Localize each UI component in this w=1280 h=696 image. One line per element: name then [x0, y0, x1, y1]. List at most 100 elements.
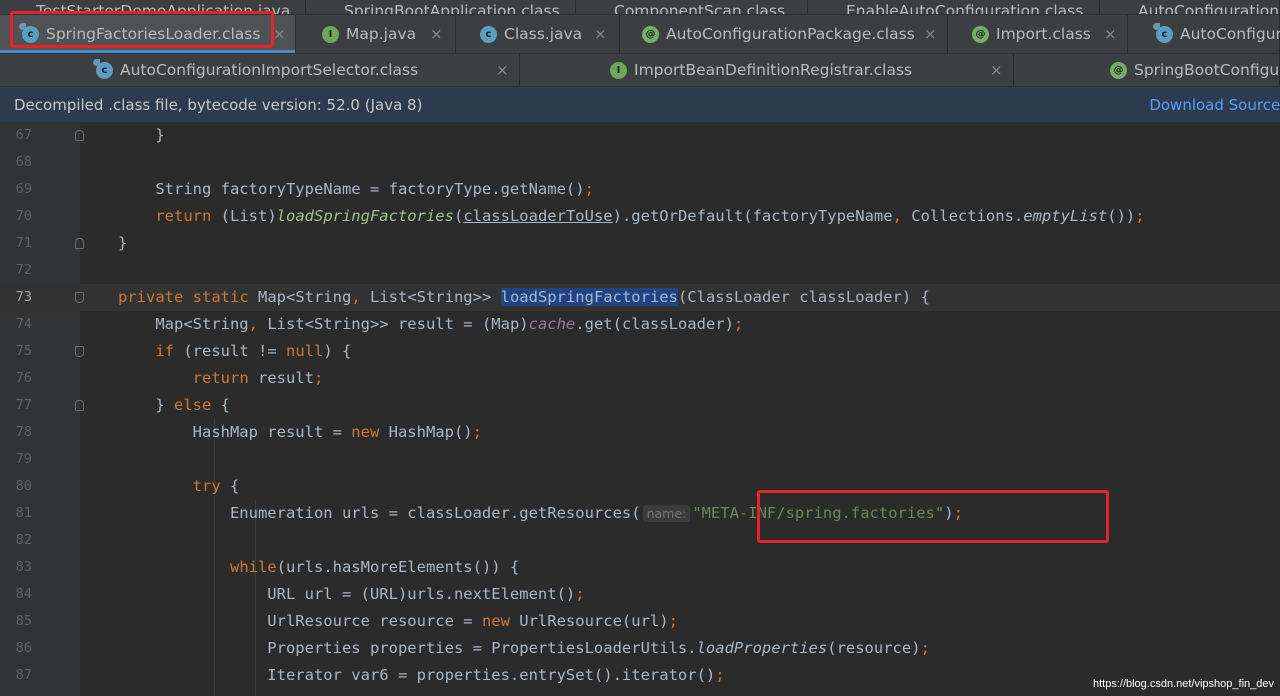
code-text: String factoryTypeName = factoryType.get… [90, 180, 594, 198]
tab-label: SpringFactoriesLoader.class [46, 25, 261, 43]
code-text: Map<String, List<String>> result = (Map)… [90, 315, 744, 333]
close-icon[interactable]: × [1104, 25, 1117, 43]
tab-autoconfigurationimportselector[interactable]: c AutoConfigurationImportSelector.class … [0, 54, 520, 86]
tab-springbootapplication[interactable]: SpringBootApplication.class [306, 0, 576, 14]
code-text: try { [192, 477, 240, 495]
annotation-icon: @ [972, 25, 989, 43]
class-icon: c [480, 25, 497, 43]
line-number: 70 [15, 208, 32, 224]
code-text: if (result != null) { [155, 342, 352, 360]
code-line: 70 return (List)loadSpringFactories(clas… [0, 203, 1280, 230]
close-icon[interactable]: × [990, 61, 1003, 79]
code-text: Enumeration urls = classLoader.getResour… [90, 504, 963, 522]
code-line: 84 URL url = (URL)urls.nextElement(); [0, 581, 1280, 608]
code-text: return (List)loadSpringFactories(classLo… [155, 207, 1145, 225]
tab-label: EnableAutoConfiguration.class [846, 2, 1084, 14]
tab-label: ComponentScan.class [614, 2, 786, 14]
tab-map-java[interactable]: I Map.java × [296, 15, 456, 53]
editor-tab-row-top: TestStarterDemoApplication.java SpringBo… [0, 0, 1280, 15]
tab-autoconfigurationimport[interactable]: AutoConfigurationI [1100, 0, 1280, 14]
tab-importbeandefinitionregistrar[interactable]: I ImportBeanDefinitionRegistrar.class × [520, 54, 1014, 86]
watermark: https://blog.csdn.net/vipshop_fin_dev [1092, 678, 1274, 690]
code-text: UrlResource resource = new UrlResource(u… [90, 612, 678, 630]
close-icon[interactable]: × [924, 25, 937, 43]
line-number: 85 [15, 613, 32, 629]
parameter-hint: name: [642, 505, 691, 522]
code-text: } [90, 234, 128, 252]
fold-icon[interactable] [75, 130, 84, 141]
line-number: 71 [15, 235, 32, 251]
code-editor[interactable]: 67 } 68 69 String factoryTypeName = fact… [0, 122, 1280, 696]
code-text: return result; [192, 369, 324, 387]
code-line: 75 if (result != null) { [0, 338, 1280, 365]
line-number: 87 [15, 667, 32, 683]
code-text: HashMap result = new HashMap(); [90, 423, 482, 441]
tab-label: Map.java [346, 25, 417, 43]
fold-icon[interactable] [75, 238, 84, 249]
line-number: 84 [15, 586, 32, 602]
code-line: 76 return result; [0, 365, 1280, 392]
annotation-icon: @ [1110, 61, 1127, 79]
tab-label: SpringBootApplication.class [344, 2, 560, 14]
close-icon[interactable]: × [594, 25, 607, 43]
tab-class-java[interactable]: c Class.java × [456, 15, 620, 53]
tab-label: AutoConfigur [1180, 25, 1280, 43]
line-number: 77 [15, 397, 32, 413]
interface-icon: I [322, 25, 339, 43]
line-number: 68 [15, 154, 32, 170]
close-icon[interactable]: × [273, 25, 286, 43]
tab-label: AutoConfigurationImportSelector.class [120, 61, 419, 79]
tab-autoconfigurationpackage[interactable]: @ AutoConfigurationPackage.class × [620, 15, 948, 53]
tab-autoconfigur[interactable]: c AutoConfigur [1128, 15, 1280, 53]
code-line: 72 [0, 257, 1280, 284]
tab-import-class[interactable]: @ Import.class × [948, 15, 1128, 53]
line-number: 78 [15, 424, 32, 440]
line-number: 73 [15, 289, 32, 305]
decompiled-info-text: Decompiled .class file, bytecode version… [14, 96, 423, 114]
code-line: 77 } else { [0, 392, 1280, 419]
tab-teststarterdemoapplication[interactable]: TestStarterDemoApplication.java [0, 0, 306, 14]
line-number: 86 [15, 640, 32, 656]
line-number: 76 [15, 370, 32, 386]
tab-springbootconfiguration[interactable]: @ SpringBootConfigur [1014, 54, 1280, 86]
tab-label: Import.class [996, 25, 1091, 43]
tab-label: SpringBootConfigur [1134, 61, 1280, 79]
download-sources-link[interactable]: Download Sources [1149, 96, 1280, 114]
code-line: 80 try { [0, 473, 1280, 500]
editor-tab-row-bottom: c AutoConfigurationImportSelector.class … [0, 54, 1280, 86]
code-line-current: 73 private static Map<String, List<Strin… [0, 284, 1280, 311]
line-number: 83 [15, 559, 32, 575]
decompiled-class-icon: c [93, 58, 113, 79]
line-number: 74 [15, 316, 32, 332]
code-line: 87 Iterator var6 = properties.entrySet()… [0, 662, 1280, 689]
close-icon[interactable]: × [496, 61, 509, 79]
line-number: 69 [15, 181, 32, 197]
tab-enableautoconfiguration[interactable]: EnableAutoConfiguration.class [808, 0, 1100, 14]
editor-tab-row-middle: c SpringFactoriesLoader.class × I Map.ja… [0, 15, 1280, 54]
code-text: Iterator var6 = properties.entrySet().it… [90, 666, 725, 684]
code-line: 67 } [0, 122, 1280, 149]
line-number: 72 [15, 262, 32, 278]
fold-icon[interactable] [75, 292, 84, 303]
fold-icon[interactable] [75, 400, 84, 411]
code-text: private static Map<String, List<String>>… [118, 288, 930, 306]
code-line: 82 [0, 527, 1280, 554]
code-text: } else { [90, 396, 230, 414]
tab-label: AutoConfigurationI [1138, 2, 1280, 14]
line-number: 67 [15, 127, 32, 143]
code-line: 81 Enumeration urls = classLoader.getRes… [0, 500, 1280, 527]
tab-label: AutoConfigurationPackage.class [666, 25, 915, 43]
decompiled-class-icon: c [1153, 22, 1173, 43]
tab-label: Class.java [504, 25, 583, 43]
code-text: while(urls.hasMoreElements()) { [229, 558, 520, 576]
code-line: 85 UrlResource resource = new UrlResourc… [0, 608, 1280, 635]
code-text: Properties properties = PropertiesLoader… [90, 639, 930, 657]
fold-icon[interactable] [75, 346, 84, 357]
code-line: 69 String factoryTypeName = factoryType.… [0, 176, 1280, 203]
tab-springfactoriesloader[interactable]: c SpringFactoriesLoader.class × [0, 15, 296, 53]
close-icon[interactable]: × [430, 25, 443, 43]
interface-icon: I [610, 61, 627, 79]
tab-componentscan[interactable]: ComponentScan.class [576, 0, 808, 14]
code-line: 83 while(urls.hasMoreElements()) { [0, 554, 1280, 581]
line-number: 79 [15, 451, 32, 467]
